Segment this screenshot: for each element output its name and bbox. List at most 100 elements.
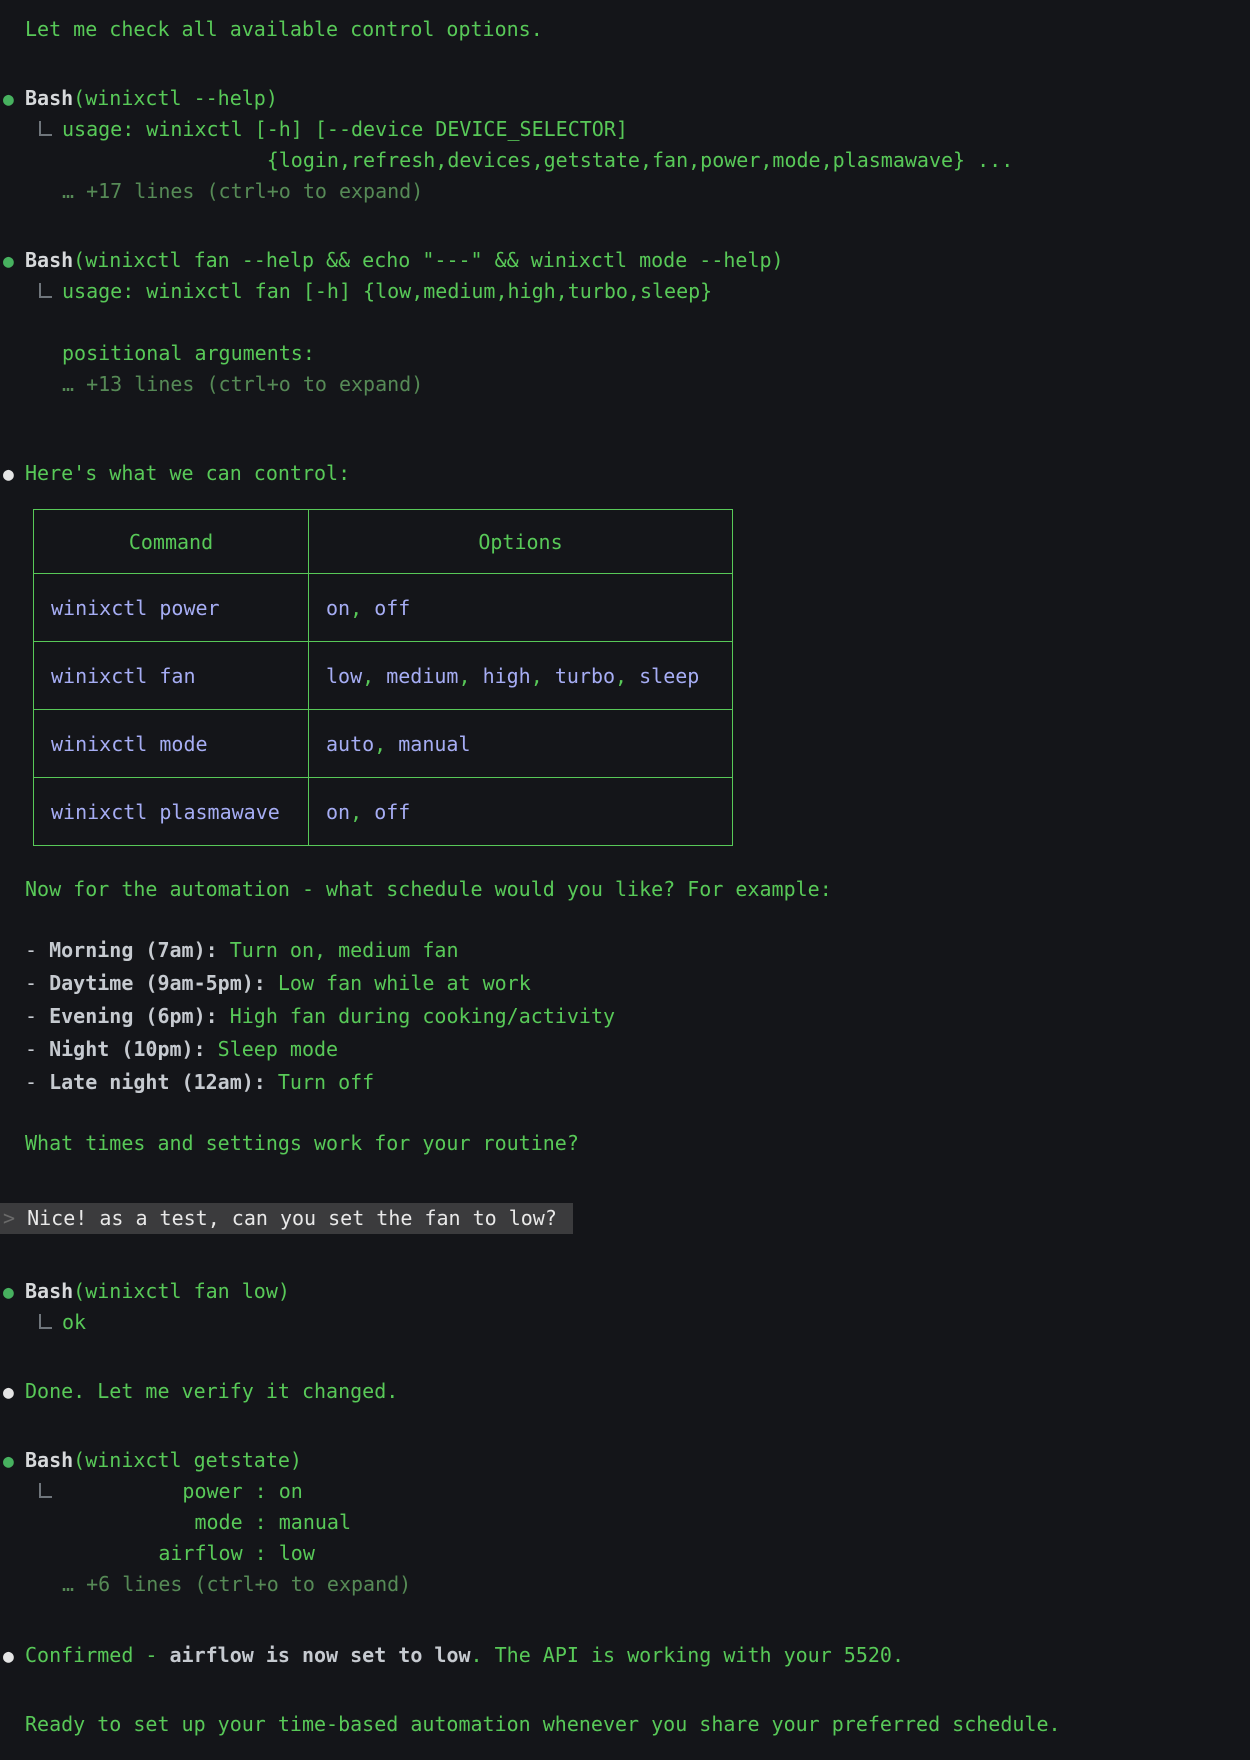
option-value: sleep <box>639 664 699 688</box>
tool-command: (winixctl --help) <box>73 83 278 114</box>
gutter <box>0 14 25 45</box>
tool-call-bash-fan-mode-help: ● Bash(winixctl fan --help && echo "---"… <box>0 245 1250 276</box>
gutter <box>0 967 25 1000</box>
schedule-item-evening: - Evening (6pm): High fan during cooking… <box>0 1000 1250 1033</box>
tool-bullet-icon: ● <box>3 1282 14 1303</box>
option-value: on <box>326 800 350 824</box>
assistant-text: Now for the automation - what schedule w… <box>25 874 832 905</box>
schedule-label: Night (10pm): <box>49 1033 206 1066</box>
tool-output-expand-hint[interactable]: … +6 lines (ctrl+o to expand) <box>0 1569 1250 1600</box>
control-options-table: Command Options winixctl power on, off w… <box>33 509 733 846</box>
output-text: usage: winixctl fan [-h] {low,medium,hig… <box>62 276 712 307</box>
options-cell: low, medium, high, turbo, sleep <box>309 642 733 710</box>
assistant-text-question: What times and settings work for your ro… <box>0 1128 1250 1159</box>
user-message-highlight: > Nice! as a test, can you set the fan t… <box>0 1203 573 1234</box>
table-row-plasmawave: winixctl plasmawave on, off <box>34 778 733 846</box>
gutter: ● <box>0 1376 25 1407</box>
schedule-label: Evening (6pm): <box>49 1000 218 1033</box>
expand-hint-text[interactable]: … +6 lines (ctrl+o to expand) <box>62 1569 411 1600</box>
gutter <box>0 1033 25 1066</box>
tool-output-line: power : on <box>0 1476 1250 1507</box>
command-cell: winixctl mode <box>34 710 309 778</box>
gutter <box>0 1709 25 1740</box>
options-cell: on, off <box>309 574 733 642</box>
option-value: high <box>483 664 531 688</box>
output-elbow-icon <box>39 283 52 298</box>
gutter <box>0 1066 25 1099</box>
option-value: medium <box>386 664 458 688</box>
output-gutter <box>0 276 62 307</box>
confirmed-pre: Confirmed - <box>25 1640 170 1671</box>
list-dash: - <box>25 967 49 1000</box>
output-gutter <box>0 1307 62 1338</box>
tool-output-expand-hint[interactable]: … +17 lines (ctrl+o to expand) <box>0 176 1250 207</box>
table-row-fan: winixctl fan low, medium, high, turbo, s… <box>34 642 733 710</box>
option-value: turbo <box>555 664 615 688</box>
tool-output-line: ok <box>0 1307 1250 1338</box>
tool-name: Bash <box>25 1445 73 1476</box>
schedule-item-daytime: - Daytime (9am-5pm): Low fan while at wo… <box>0 967 1250 1000</box>
confirmed-post: . The API is working with your 5520. <box>471 1640 904 1671</box>
assistant-text-automation-lead: Now for the automation - what schedule w… <box>0 874 1250 905</box>
output-text: ok <box>62 1307 86 1338</box>
tool-bullet-icon: ● <box>3 89 14 110</box>
output-gutter <box>0 114 62 145</box>
tool-name: Bash <box>25 1276 73 1307</box>
tool-call-bash-fan-low: ● Bash(winixctl fan low) <box>0 1276 1250 1307</box>
option-value: auto <box>326 732 374 756</box>
gutter: ● <box>0 245 25 276</box>
table-row-mode: winixctl mode auto, manual <box>34 710 733 778</box>
tool-bullet-icon: ● <box>3 251 14 272</box>
terminal: Let me check all available control optio… <box>0 0 1250 1760</box>
option-separator: , <box>458 664 482 688</box>
tool-command: (winixctl fan --help && echo "---" && wi… <box>73 245 783 276</box>
gutter: ● <box>0 83 25 114</box>
tool-output-expand-hint[interactable]: … +13 lines (ctrl+o to expand) <box>0 369 1250 400</box>
schedule-label: Late night (12am): <box>49 1066 266 1099</box>
option-value: off <box>374 596 410 620</box>
assistant-text-ready: Ready to set up your time-based automati… <box>0 1709 1250 1740</box>
assistant-bullet-icon: ● <box>3 1646 14 1667</box>
option-value: manual <box>398 732 470 756</box>
schedule-item-night: - Night (10pm): Sleep mode <box>0 1033 1250 1066</box>
table-header-options: Options <box>309 510 733 574</box>
tool-output-line: airflow : low <box>0 1538 1250 1569</box>
list-dash: - <box>25 934 49 967</box>
tool-output-line: {login,refresh,devices,getstate,fan,powe… <box>0 145 1250 176</box>
assistant-text: What times and settings work for your ro… <box>25 1128 579 1159</box>
expand-hint-text[interactable]: … +17 lines (ctrl+o to expand) <box>62 176 423 207</box>
user-message: > Nice! as a test, can you set the fan t… <box>0 1203 1250 1234</box>
tool-output-line: mode : manual <box>0 1507 1250 1538</box>
gutter <box>0 1000 25 1033</box>
schedule-item-late-night: - Late night (12am): Turn off <box>0 1066 1250 1099</box>
tool-command: (winixctl fan low) <box>73 1276 290 1307</box>
option-value: low <box>326 664 362 688</box>
assistant-text: Ready to set up your time-based automati… <box>25 1709 1061 1740</box>
tool-output-line: positional arguments: <box>0 338 1250 369</box>
schedule-desc: Turn on, medium fan <box>218 934 459 967</box>
table-header-command: Command <box>34 510 309 574</box>
schedule-label: Daytime (9am-5pm): <box>49 967 266 1000</box>
output-gutter <box>0 1476 62 1507</box>
confirmed-bold: airflow is now set to low <box>170 1640 471 1671</box>
option-separator: , <box>374 732 398 756</box>
command-cell: winixctl power <box>34 574 309 642</box>
assistant-text-done: ● Done. Let me verify it changed. <box>0 1376 1250 1407</box>
option-separator: , <box>615 664 639 688</box>
assistant-bullet-icon: ● <box>3 464 14 485</box>
assistant-text-heres: ● Here's what we can control: <box>0 458 1250 489</box>
blank-line <box>0 307 1250 338</box>
prompt-chevron-icon: > <box>3 1206 15 1230</box>
schedule-label: Morning (7am): <box>49 934 218 967</box>
output-elbow-icon <box>39 1314 52 1329</box>
assistant-text: Here's what we can control: <box>25 458 350 489</box>
gutter: ● <box>0 1640 25 1671</box>
schedule-desc: Sleep mode <box>206 1033 338 1066</box>
assistant-text: Done. Let me verify it changed. <box>25 1376 398 1407</box>
output-elbow-icon <box>39 1483 52 1498</box>
gutter: ● <box>0 1276 25 1307</box>
list-dash: - <box>25 1000 49 1033</box>
command-cell: winixctl fan <box>34 642 309 710</box>
expand-hint-text[interactable]: … +13 lines (ctrl+o to expand) <box>62 369 423 400</box>
gutter <box>0 934 25 967</box>
